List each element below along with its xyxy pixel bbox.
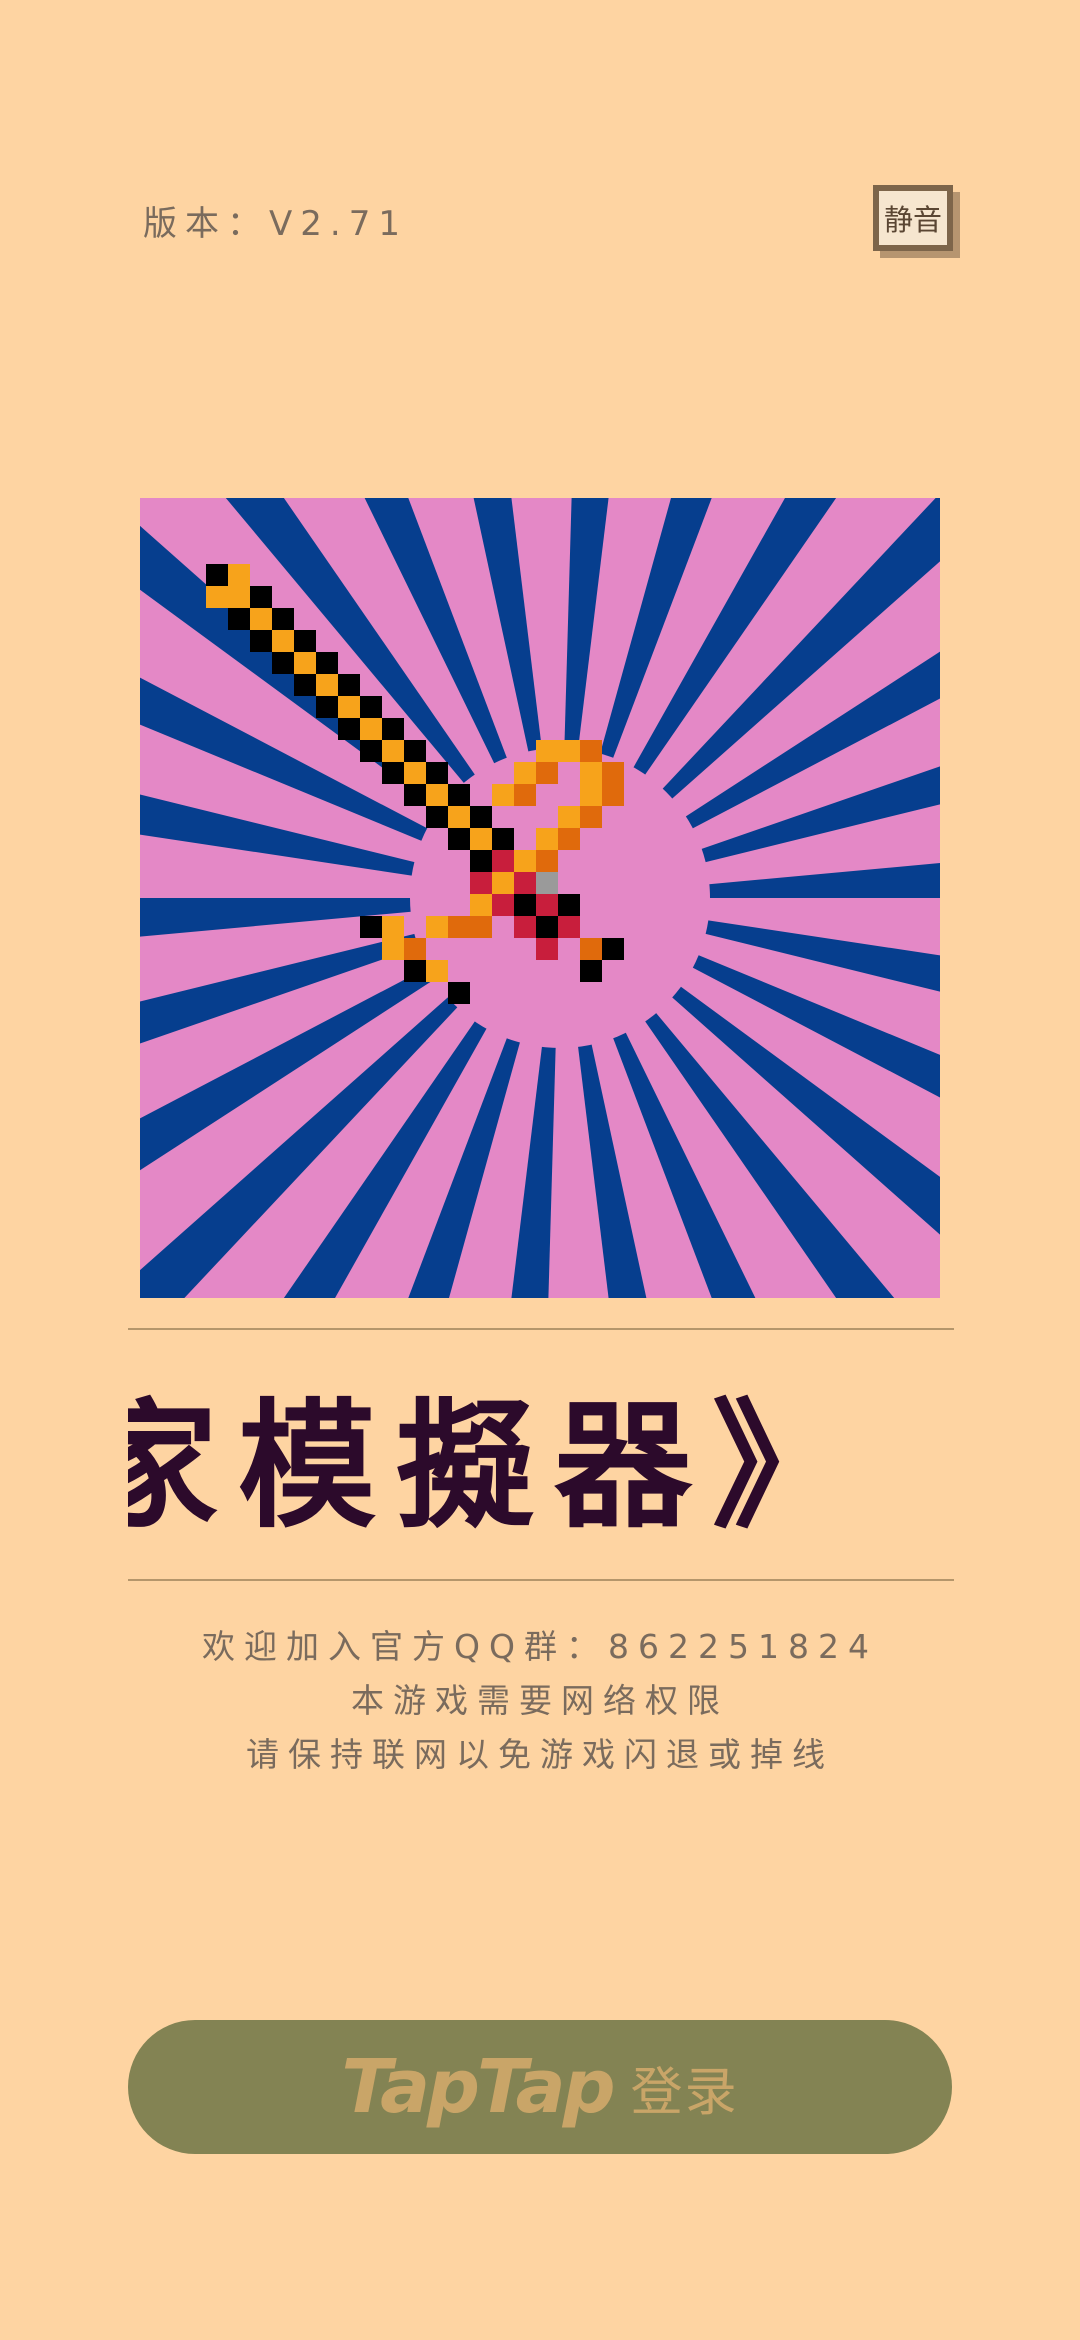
- pixel-sword-icon: [140, 498, 940, 1298]
- version-label: 版本：V2.71: [143, 204, 408, 244]
- marquee-bottom-divider: [128, 1579, 954, 1581]
- login-label: 登录: [630, 2062, 739, 2123]
- stay-online-notice: 请保持联网以免游戏闪退或掉线: [246, 1735, 834, 1774]
- game-title-text: 家模擬器》 《: [128, 1386, 954, 1547]
- mute-button-label: 静音: [883, 203, 942, 237]
- taptap-login-button[interactable]: TapTap 登录: [128, 2020, 952, 2154]
- title-marquee: 家模擬器》 《: [128, 1330, 954, 1578]
- qq-group-notice: 欢迎加入官方QQ群：862251824: [202, 1627, 878, 1666]
- taptap-logo: TapTap: [341, 2044, 615, 2130]
- mute-button[interactable]: 静音: [873, 185, 953, 251]
- game-cover-image: [140, 498, 940, 1298]
- network-permission-notice: 本游戏需要网络权限: [351, 1681, 729, 1720]
